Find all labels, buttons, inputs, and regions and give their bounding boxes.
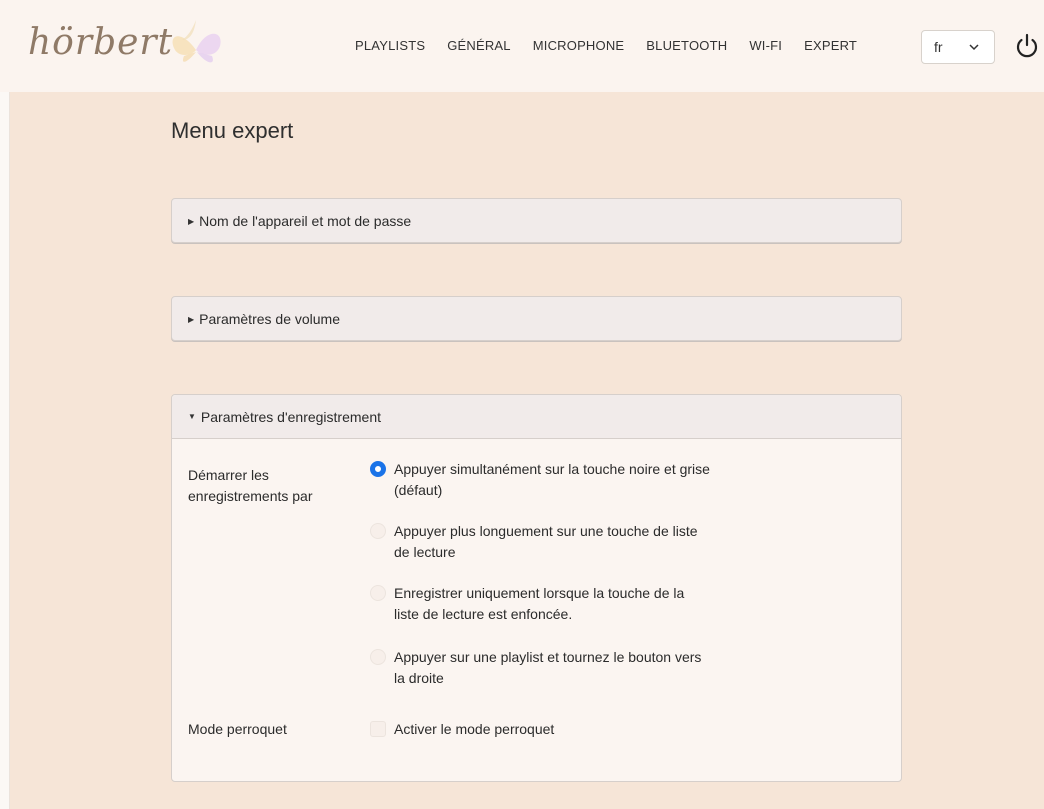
panel-recording-header[interactable]: ▼ Paramètres d'enregistrement	[172, 395, 901, 439]
start-recording-label: Démarrer les enregistrements par	[188, 467, 313, 504]
caret-right-icon: ▶	[188, 314, 195, 324]
radio-option-label: Appuyer plus longuement sur une touche d…	[394, 523, 698, 560]
radio-option-label: Appuyer sur une playlist et tournez le b…	[394, 649, 702, 686]
panel-volume-title: Paramètres de volume	[199, 311, 340, 327]
main-nav: PLAYLISTS GÉNÉRAL MICROPHONE BLUETOOTH W…	[355, 38, 857, 53]
parrot-mode-option[interactable]: Activer le mode perroquet	[370, 719, 710, 740]
language-select[interactable]: fr	[921, 30, 995, 64]
parrot-mode-checkbox-label: Activer le mode perroquet	[394, 721, 555, 737]
panel-recording-title: Paramètres d'enregistrement	[200, 408, 382, 425]
panel-recording: ▼ Paramètres d'enregistrement Démarrer l…	[171, 394, 902, 782]
radio-button[interactable]	[370, 585, 386, 601]
parrot-mode-label: Mode perroquet	[188, 721, 287, 737]
radio-option-long-press[interactable]: Appuyer plus longuement sur une touche d…	[370, 521, 710, 563]
nav-wifi[interactable]: WI-FI	[749, 38, 782, 53]
radio-option-turn-knob[interactable]: Appuyer sur une playlist et tournez le b…	[370, 647, 710, 689]
panel-volume-header[interactable]: ▶ Paramètres de volume	[172, 297, 901, 341]
radio-option-simultaneous[interactable]: Appuyer simultanément sur la touche noir…	[370, 459, 710, 501]
butterfly-icon	[172, 20, 221, 63]
language-value: fr	[934, 39, 943, 55]
nav-playlists[interactable]: PLAYLISTS	[355, 38, 425, 53]
page-title: Menu expert	[171, 118, 294, 143]
power-icon[interactable]	[1013, 32, 1041, 60]
panel-device-name-header[interactable]: ▶ Nom de l'appareil et mot de passe	[172, 199, 901, 243]
nav-microphone[interactable]: MICROPHONE	[533, 38, 625, 53]
logo-text: hörbert	[28, 22, 174, 63]
radio-button[interactable]	[370, 649, 386, 665]
radio-option-label: Appuyer simultanément sur la touche noir…	[394, 461, 710, 498]
panel-device-name: ▶ Nom de l'appareil et mot de passe	[171, 198, 902, 243]
radio-option-hold-key[interactable]: Enregistrer uniquement lorsque la touche…	[370, 583, 710, 625]
panel-device-name-title: Nom de l'appareil et mot de passe	[199, 213, 412, 229]
panel-volume: ▶ Paramètres de volume	[171, 296, 902, 341]
hoerbert-logo[interactable]: hörbert	[28, 20, 238, 72]
radio-button[interactable]	[370, 523, 386, 539]
caret-down-icon: ▼	[188, 412, 196, 421]
parrot-mode-checkbox[interactable]	[370, 721, 386, 737]
caret-right-icon: ▶	[188, 216, 195, 226]
radio-button[interactable]	[370, 461, 386, 477]
nav-expert[interactable]: EXPERT	[804, 38, 857, 53]
nav-bluetooth[interactable]: BLUETOOTH	[646, 38, 727, 53]
radio-option-label: Enregistrer uniquement lorsque la touche…	[394, 585, 685, 622]
window-left-edge	[0, 0, 10, 809]
top-navigation-bar: hörbert PLAYLISTS GÉNÉRAL MICROPHONE BLU…	[0, 0, 1044, 92]
chevron-down-icon	[969, 44, 979, 51]
nav-general[interactable]: GÉNÉRAL	[447, 38, 511, 53]
